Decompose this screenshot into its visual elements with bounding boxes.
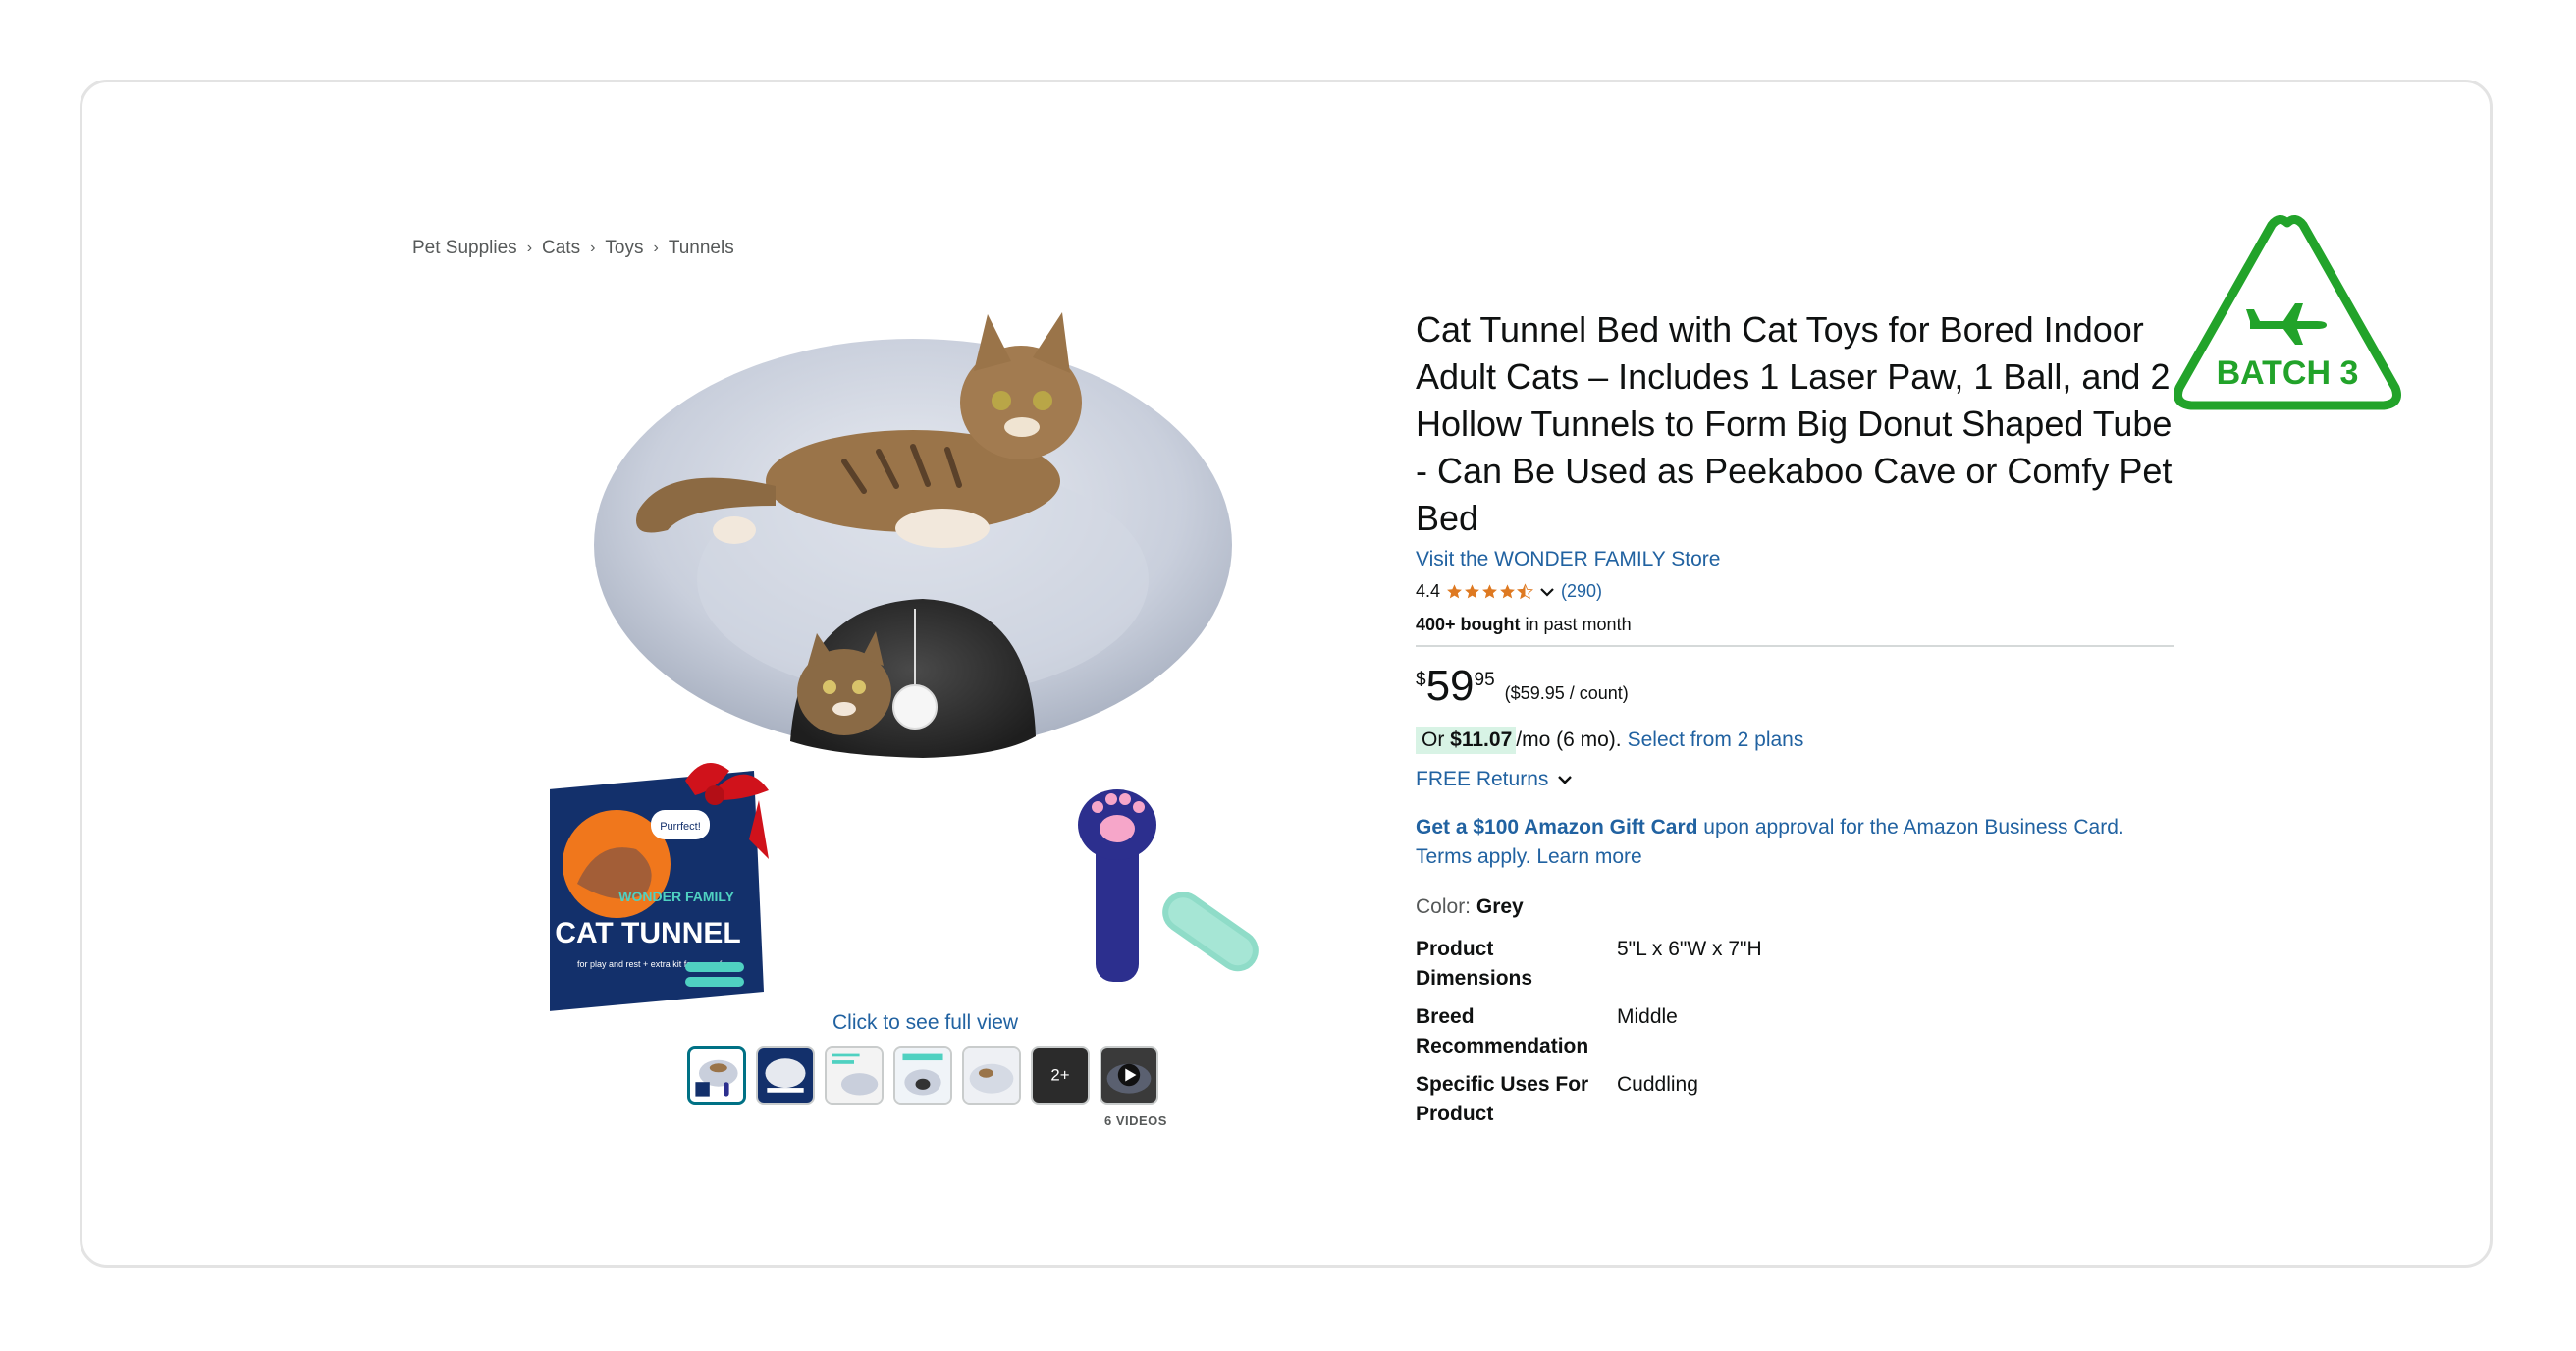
unit-price: ($59.95 / count) [1504,683,1629,703]
spec-key: Breed Recommendation [1416,1002,1617,1061]
spec-key-line: Dimensions [1416,967,1533,990]
rating-value: 4.4 [1416,581,1441,601]
price-fraction: 95 [1474,670,1495,690]
spec-value: Cuddling [1617,1073,1698,1096]
breadcrumb-separator: › [526,240,533,256]
spec-key-line: Recommendation [1416,1035,1589,1057]
spec-key: Product Dimensions [1416,935,1617,994]
thumbnail-video[interactable] [1100,1046,1158,1105]
star-full-icon [1500,584,1515,599]
chevron-down-icon[interactable] [1539,586,1555,598]
monthly-amount: $11.07 [1450,729,1513,751]
star-half-icon [1517,583,1534,600]
product-title: Cat Tunnel Bed with Cat Toys for Bored I… [1416,309,2173,538]
breadcrumb: Pet Supplies › Cats › Toys › Tunnels [412,238,734,259]
spec-row: Breed Recommendation Middle [1416,1002,1678,1061]
monthly-payment: Or $11.07 /mo (6 mo). Select from 2 plan… [1416,727,1803,754]
bought-suffix: in past month [1520,615,1632,634]
thumbnail-1[interactable] [687,1046,746,1105]
chevron-down-icon [1558,776,1573,784]
bought-count: 400+ bought [1416,615,1521,634]
main-product-image[interactable]: Purrfect! WONDER FAMILY CAT TUNNEL for p… [538,295,1315,1011]
spec-row: Product Dimensions 5"L x 6"W x 7"H [1416,935,1762,994]
ratings-count-link[interactable]: (290) [1561,581,1602,602]
thumbnail-more[interactable]: 2+ [1031,1046,1090,1105]
rating-row: 4.4 (290) [1416,581,1602,602]
spec-key-line: Product [1416,1103,1494,1125]
monthly-or: Or [1422,729,1451,751]
spec-value: Middle [1617,1005,1678,1028]
breadcrumb-separator: › [590,240,596,256]
divider [1416,645,2174,647]
breadcrumb-pet-supplies[interactable]: Pet Supplies [412,238,517,259]
breadcrumb-toys[interactable]: Toys [605,238,643,259]
thumbnail-5[interactable] [962,1046,1021,1105]
monthly-terms: /mo (6 mo). [1516,729,1622,751]
bought-in-past-month: 400+ bought in past month [1416,615,1632,635]
thumbnail-4[interactable] [893,1046,952,1105]
color-selection: Color: Grey [1416,895,1524,919]
price-symbol: $ [1416,670,1426,690]
monthly-highlight: Or $11.07 [1416,727,1517,754]
box-bubble-text: Purrfect! [660,821,701,833]
more-thumbs-count: 2+ [1050,1066,1069,1085]
store-link[interactable]: Visit the WONDER FAMILY Store [1416,548,1720,571]
star-full-icon [1465,584,1479,599]
price-whole: 59 [1425,662,1475,710]
star-full-icon [1482,584,1497,599]
batch-badge: BATCH 3 [2174,215,2401,410]
select-plans-link[interactable]: Select from 2 plans [1628,729,1804,752]
thumbnail-strip: 2+ [687,1046,1158,1105]
see-full-view-link[interactable]: Click to see full view [832,1011,1018,1035]
videos-count-label: 6 VIDEOS [1104,1113,1167,1128]
breadcrumb-tunnels[interactable]: Tunnels [669,238,734,259]
gift-card-details: upon approval for the Amazon Business Ca… [1697,816,2124,838]
spec-key-line: Product [1416,938,1494,960]
spec-key-line: Specific Uses For [1416,1073,1589,1096]
airplane-icon [2246,303,2327,345]
box-name-text: CAT TUNNEL [555,917,740,949]
cat-tunnel-illustration: Purrfect! WONDER FAMILY CAT TUNNEL for p… [538,312,1259,1011]
thumbnail-3[interactable] [825,1046,884,1105]
spec-row: Specific Uses For Product Cuddling [1416,1070,1698,1129]
breadcrumb-separator: › [653,240,659,256]
breadcrumb-cats[interactable]: Cats [542,238,580,259]
gift-card-headline: Get a $100 Amazon Gift Card [1416,816,1698,838]
batch-badge-text: BATCH 3 [2217,354,2359,392]
color-label: Color: [1416,895,1476,918]
thumbnail-2[interactable] [756,1046,815,1105]
gift-card-offer[interactable]: Get a $100 Amazon Gift Card upon approva… [1416,813,2201,872]
star-full-icon [1447,584,1462,599]
box-brand-text: WONDER FAMILY [618,889,734,904]
spec-value: 5"L x 6"W x 7"H [1617,938,1762,960]
free-returns-label: FREE Returns [1416,768,1549,790]
rating-stars[interactable] [1446,583,1534,600]
terms-learn-more-link[interactable]: Terms apply. Learn more [1416,845,1642,868]
price: $ 59 95 ($59.95 / count) [1416,664,1629,709]
color-value: Grey [1476,895,1524,918]
free-returns[interactable]: FREE Returns [1416,768,1574,791]
spec-key-line: Breed [1416,1005,1475,1028]
spec-key: Specific Uses For Product [1416,1070,1617,1129]
